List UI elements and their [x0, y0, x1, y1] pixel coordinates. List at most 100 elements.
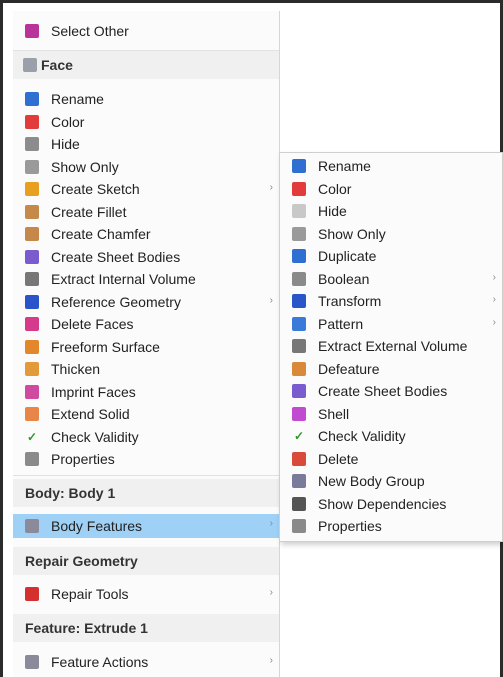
- menu-item-label: Hide: [51, 136, 80, 152]
- extend-solid-icon: [25, 407, 39, 421]
- menu-item-create-sketch[interactable]: Create Sketch ›: [13, 178, 279, 200]
- shell-icon: [292, 406, 306, 421]
- menu-item-defeature[interactable]: Defeature: [280, 358, 502, 380]
- menu-item-color[interactable]: Color: [280, 178, 502, 200]
- menu-divider: [13, 475, 279, 476]
- menu-item-show-only[interactable]: Show Only: [280, 223, 502, 245]
- menu-item-label: Show Only: [51, 158, 119, 175]
- body-features-submenu: Rename Color Hide Show Only Duplicate Boolean…: [279, 152, 503, 542]
- delete-faces-icon: [25, 317, 39, 331]
- menu-item-transform[interactable]: Transform ›: [280, 290, 502, 312]
- menu-item-repair-tools[interactable]: Repair Tools ›: [13, 583, 279, 605]
- menu-item-label: Check Validity: [318, 428, 406, 444]
- section-header-label: Body: Body 1: [25, 485, 116, 501]
- defeature-icon: [292, 361, 306, 376]
- menu-item-new-body-group[interactable]: New Body Group: [280, 470, 502, 492]
- menu-item-label: Color: [51, 113, 85, 130]
- menu-item-show-dependencies[interactable]: Show Dependencies: [280, 493, 502, 515]
- section-header-feature: Feature: Extrude 1: [13, 614, 279, 642]
- boolean-icon: [292, 271, 306, 286]
- menu-item-freeform-surface[interactable]: Freeform Surface: [13, 336, 279, 358]
- menu-item-label: Imprint Faces: [51, 383, 136, 400]
- menu-item-label: Extract External Volume: [318, 338, 468, 354]
- menu-item-shell[interactable]: Shell: [280, 403, 502, 425]
- extract-volume-icon: [292, 339, 306, 353]
- menu-item-label: Create Sheet Bodies: [318, 383, 448, 399]
- menu-item-check-validity[interactable]: ✓ Check Validity: [13, 426, 279, 448]
- menu-item-label: Rename: [318, 158, 371, 174]
- menu-item-select-other[interactable]: Select Other: [13, 20, 279, 42]
- menu-item-hide[interactable]: Hide: [13, 133, 279, 155]
- menu-item-label: Body Features: [51, 518, 143, 534]
- transform-icon: [292, 294, 306, 308]
- menu-item-extract-external-volume[interactable]: Extract External Volume: [280, 335, 502, 357]
- feature-actions-icon: [25, 655, 39, 669]
- body-group-icon: [292, 474, 306, 488]
- menu-item-label: Hide: [318, 203, 347, 219]
- menu-item-duplicate[interactable]: Duplicate: [280, 245, 502, 267]
- menu-item-create-fillet[interactable]: Create Fillet: [13, 201, 279, 223]
- menu-item-body-features[interactable]: Body Features ›: [13, 514, 279, 538]
- show-only-icon: [25, 159, 39, 174]
- section-header-repair: Repair Geometry: [13, 547, 279, 575]
- menu-item-delete[interactable]: Delete: [280, 448, 502, 470]
- menu-item-check-validity[interactable]: ✓ Check Validity: [280, 425, 502, 447]
- body-features-icon: [25, 519, 39, 533]
- submenu-arrow-icon: ›: [492, 294, 496, 305]
- menu-item-label: Boolean: [318, 270, 370, 287]
- section-header-body: Body: Body 1: [13, 479, 279, 507]
- menu-item-show-only[interactable]: Show Only: [13, 156, 279, 178]
- sheet-bodies-icon: [292, 384, 306, 398]
- check-icon: ✓: [293, 429, 305, 443]
- menu-item-reference-geometry[interactable]: Reference Geometry ›: [13, 291, 279, 313]
- freeform-surface-icon: [25, 339, 39, 354]
- menu-item-create-chamfer[interactable]: Create Chamfer: [13, 223, 279, 245]
- chamfer-icon: [25, 227, 39, 241]
- menu-item-rename[interactable]: Rename: [13, 88, 279, 110]
- menu-item-feature-actions[interactable]: Feature Actions ›: [13, 651, 279, 673]
- menu-item-boolean[interactable]: Boolean ›: [280, 268, 502, 290]
- menu-item-label: Show Only: [318, 225, 386, 242]
- menu-item-delete-faces[interactable]: Delete Faces: [13, 313, 279, 335]
- menu-item-rename[interactable]: Rename: [280, 155, 502, 177]
- submenu-arrow-icon: ›: [492, 316, 496, 328]
- menu-item-label: Transform: [318, 293, 382, 309]
- menu-item-properties[interactable]: Properties: [13, 448, 279, 470]
- delete-icon: [292, 451, 306, 466]
- thicken-icon: [25, 362, 39, 376]
- menu-item-create-sheet-bodies[interactable]: Create Sheet Bodies: [280, 380, 502, 402]
- menu-item-label: Check Validity: [51, 428, 139, 445]
- menu-item-label: Shell: [318, 405, 350, 422]
- face-icon: [23, 58, 37, 72]
- color-wheel-icon: [292, 181, 306, 196]
- reference-geometry-icon: [25, 294, 39, 309]
- fillet-icon: [25, 204, 39, 219]
- menu-item-extract-internal-volume[interactable]: Extract Internal Volume: [13, 268, 279, 290]
- section-header-label: Repair Geometry: [25, 553, 138, 569]
- menu-item-label: Create Sheet Bodies: [51, 248, 181, 265]
- menu-item-imprint-faces[interactable]: Imprint Faces: [13, 381, 279, 403]
- menu-item-create-sheet-bodies[interactable]: Create Sheet Bodies: [13, 246, 279, 268]
- menu-item-thicken[interactable]: Thicken: [13, 358, 279, 380]
- section-header-label: Feature: Extrude 1: [25, 620, 148, 636]
- submenu-arrow-icon: ›: [269, 518, 273, 529]
- submenu-arrow-icon: ›: [492, 271, 496, 283]
- menu-item-label: Create Fillet: [51, 203, 127, 220]
- submenu-arrow-icon: ›: [269, 587, 273, 598]
- section-header-face: Face: [13, 51, 279, 79]
- menu-item-label: Properties: [318, 518, 382, 534]
- properties-gear-icon: [292, 519, 306, 533]
- menu-item-hide[interactable]: Hide: [280, 200, 502, 222]
- menu-item-label: Extend Solid: [51, 406, 130, 422]
- menu-item-pattern[interactable]: Pattern ›: [280, 313, 502, 335]
- menu-item-label: Feature Actions: [51, 654, 149, 670]
- imprint-faces-icon: [25, 384, 39, 399]
- menu-item-label: Properties: [51, 451, 115, 467]
- menu-item-extend-solid[interactable]: Extend Solid: [13, 403, 279, 425]
- check-icon: ✓: [26, 429, 38, 444]
- menu-item-label: Extract Internal Volume: [51, 271, 196, 287]
- menu-item-color[interactable]: Color: [13, 111, 279, 133]
- menu-item-properties[interactable]: Properties: [280, 515, 502, 537]
- submenu-arrow-icon: ›: [269, 655, 273, 666]
- menu-item-label: Delete Faces: [51, 316, 134, 332]
